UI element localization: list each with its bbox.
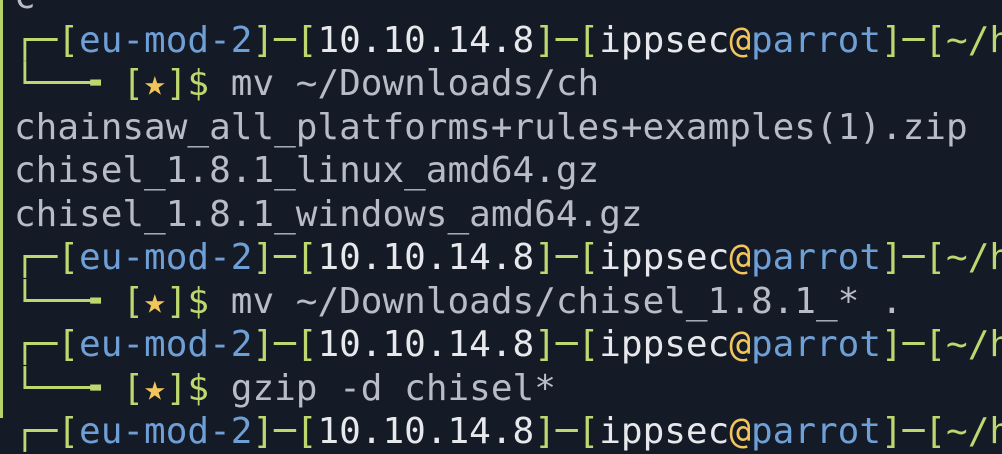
prompt-line: ┌─[eu-mod-2]─[10.10.14.8]─[ippsec@parrot… <box>14 19 1002 63</box>
prompt-vpn: eu-mod-2 <box>79 324 253 365</box>
prompt-host: parrot <box>750 19 882 61</box>
output-line: c <box>14 0 1002 19</box>
output-text: chisel_1.8.1_linux_amd64.gz <box>14 150 600 191</box>
prompt-corner: └──╼ [ <box>14 63 145 104</box>
prompt-host: parrot <box>750 237 882 278</box>
prompt-ip: 10.10.14.8 <box>317 237 535 278</box>
prompt-dir: ~/h <box>946 237 1002 278</box>
prompt-at: @ <box>729 237 751 278</box>
prompt-host: parrot <box>750 411 882 452</box>
star-icon: ★ <box>144 367 166 409</box>
output-text: chainsaw_all_platforms+rules+examples(1)… <box>14 106 968 148</box>
prompt-bracket: ]─[ <box>534 411 600 452</box>
prompt-line: ┌─[eu-mod-2]─[10.10.14.8]─[ippsec@parrot… <box>14 236 1002 280</box>
prompt-at: @ <box>729 324 751 365</box>
prompt-at: @ <box>729 19 751 61</box>
prompt-bracket: ┌─[ <box>14 19 80 61</box>
star-icon: ★ <box>144 280 166 322</box>
command-text: mv ~/Downloads/ch <box>230 63 600 104</box>
prompt-bracket: ]─[ <box>252 237 318 278</box>
prompt-corner: └──╼ [ <box>14 280 145 322</box>
terminal-output[interactable]: c┌─[eu-mod-2]─[10.10.14.8]─[ippsec@parro… <box>14 0 1002 454</box>
prompt-ip: 10.10.14.8 <box>317 411 535 452</box>
prompt-bracket: ]─[ <box>881 19 947 61</box>
prompt-bracket: ]─[ <box>881 324 947 365</box>
prompt-vpn: eu-mod-2 <box>79 237 253 278</box>
prompt-bracket: ]─[ <box>252 324 318 365</box>
prompt-dollar: ]$ <box>165 280 231 322</box>
command-line: └──╼ [★]$ gzip -d chisel* <box>14 367 1002 411</box>
prompt-ip: 10.10.14.8 <box>317 19 535 61</box>
output-text: c <box>14 0 36 17</box>
prompt-corner: └──╼ [ <box>14 367 145 409</box>
prompt-bracket: ]─[ <box>534 324 600 365</box>
window-edge <box>0 0 3 418</box>
prompt-user: ippsec <box>599 237 730 278</box>
prompt-vpn: eu-mod-2 <box>79 19 253 61</box>
prompt-user: ippsec <box>599 19 730 61</box>
output-line: chisel_1.8.1_linux_amd64.gz <box>14 149 1002 193</box>
prompt-line: ┌─[eu-mod-2]─[10.10.14.8]─[ippsec@parrot… <box>14 410 1002 454</box>
prompt-bracket: ┌─[ <box>14 411 80 452</box>
prompt-user: ippsec <box>599 411 730 452</box>
output-line: chisel_1.8.1_windows_amd64.gz <box>14 193 1002 237</box>
command-text: gzip -d chisel* <box>230 367 556 409</box>
prompt-bracket: ]─[ <box>881 411 947 452</box>
prompt-bracket: ┌─[ <box>14 324 80 365</box>
prompt-bracket: ]─[ <box>534 237 600 278</box>
prompt-dir: ~/h <box>946 19 1002 61</box>
prompt-bracket: ]─[ <box>252 411 318 452</box>
prompt-at: @ <box>729 411 751 452</box>
prompt-vpn: eu-mod-2 <box>79 411 253 452</box>
output-text: chisel_1.8.1_windows_amd64.gz <box>14 193 643 235</box>
output-line: chainsaw_all_platforms+rules+examples(1)… <box>14 106 1002 150</box>
prompt-dollar: ]$ <box>165 367 231 409</box>
prompt-line: ┌─[eu-mod-2]─[10.10.14.8]─[ippsec@parrot… <box>14 323 1002 367</box>
prompt-bracket: ┌─[ <box>14 237 80 278</box>
command-text: mv ~/Downloads/chisel_1.8.1_* . <box>230 280 903 322</box>
prompt-bracket: ]─[ <box>252 19 318 61</box>
prompt-dir: ~/h <box>946 324 1002 365</box>
prompt-user: ippsec <box>599 324 730 365</box>
command-line: └──╼ [★]$ mv ~/Downloads/chisel_1.8.1_* … <box>14 280 1002 324</box>
prompt-host: parrot <box>750 324 882 365</box>
prompt-dir: ~/h <box>946 411 1002 452</box>
star-icon: ★ <box>144 63 166 104</box>
prompt-ip: 10.10.14.8 <box>317 324 535 365</box>
prompt-bracket: ]─[ <box>534 19 600 61</box>
command-line: └──╼ [★]$ mv ~/Downloads/ch <box>14 62 1002 106</box>
prompt-bracket: ]─[ <box>881 237 947 278</box>
prompt-dollar: ]$ <box>165 63 231 104</box>
